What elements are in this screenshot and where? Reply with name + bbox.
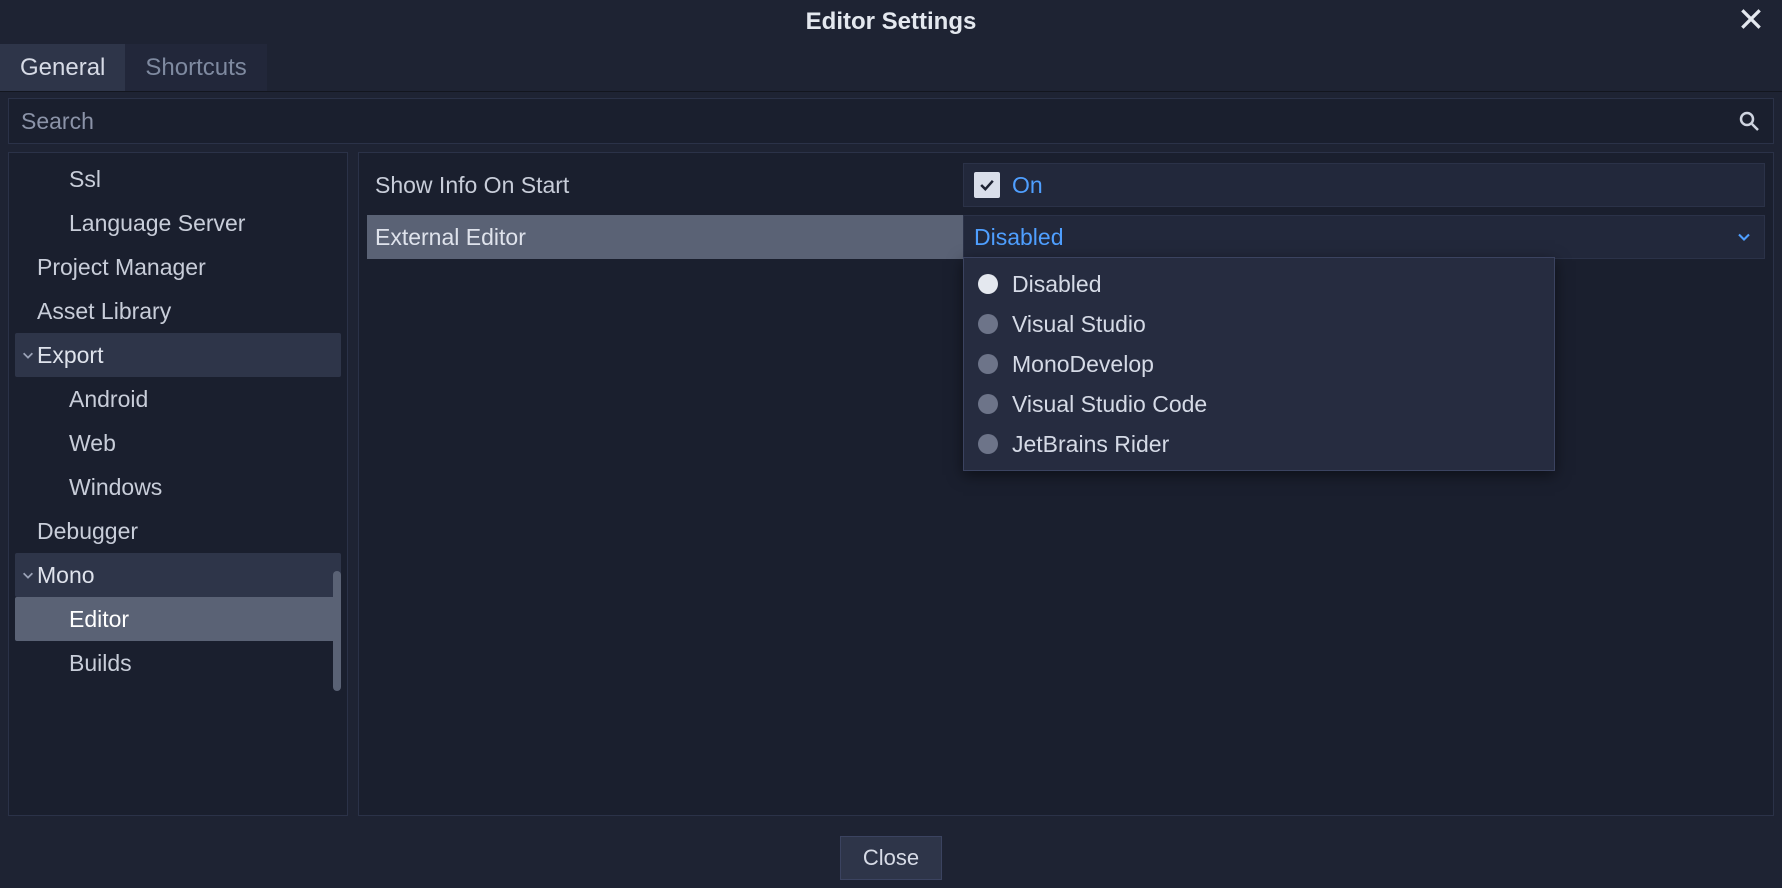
tree-item-debugger[interactable]: Debugger (15, 509, 341, 553)
setting-external-editor: External Editor Disabled (367, 211, 1765, 263)
checkbox-state-label: On (1012, 172, 1043, 199)
category-tree-panel: Ssl Language Server Project Manager Asse… (8, 152, 348, 816)
dropdown-option-monodevelop[interactable]: MonoDevelop (964, 344, 1554, 384)
tree-item-editor[interactable]: Editor (15, 597, 341, 641)
radio-icon (978, 434, 998, 454)
close-button[interactable]: Close (840, 836, 942, 880)
dropdown-option-label: MonoDevelop (1012, 351, 1154, 378)
radio-icon (978, 274, 998, 294)
titlebar: Editor Settings (0, 0, 1782, 44)
settings-list: Show Info On Start On External Editor Di… (359, 153, 1773, 269)
tree-item-label: Mono (37, 562, 95, 589)
tree-item-web[interactable]: Web (15, 421, 341, 465)
tree-item-ssl[interactable]: Ssl (15, 157, 341, 201)
body: Ssl Language Server Project Manager Asse… (0, 152, 1782, 828)
tree-item-language-server[interactable]: Language Server (15, 201, 341, 245)
dropdown-option-disabled[interactable]: Disabled (964, 264, 1554, 304)
dropdown-option-visual-studio[interactable]: Visual Studio (964, 304, 1554, 344)
tree-item-label: Ssl (69, 166, 101, 193)
tree-item-android[interactable]: Android (15, 377, 341, 421)
dropdown-option-label: Visual Studio Code (1012, 391, 1207, 418)
tree-item-windows[interactable]: Windows (15, 465, 341, 509)
dropdown-option-visual-studio-code[interactable]: Visual Studio Code (964, 384, 1554, 424)
tree-item-label: Editor (69, 606, 129, 633)
dropdown-option-label: Disabled (1012, 271, 1102, 298)
window-title: Editor Settings (806, 8, 977, 36)
tree-item-label: Windows (69, 474, 162, 501)
tab-general[interactable]: General (0, 44, 125, 91)
external-editor-dropdown-popup: Disabled Visual Studio MonoDevelop Visua… (963, 257, 1555, 471)
footer: Close (0, 828, 1782, 888)
dropdown-selected-value: Disabled (974, 224, 1734, 251)
setting-show-info-on-start: Show Info On Start On (367, 159, 1765, 211)
chevron-down-icon (19, 568, 37, 582)
tabs: General Shortcuts (0, 44, 1782, 92)
tab-shortcuts[interactable]: Shortcuts (125, 44, 266, 91)
editor-settings-window: Editor Settings General Shortcuts Ssl La… (0, 0, 1782, 888)
radio-icon (978, 394, 998, 414)
tree-item-label: Export (37, 342, 103, 369)
setting-label: Show Info On Start (367, 163, 963, 207)
tree-scrollbar[interactable] (333, 571, 341, 691)
setting-external-editor-dropdown[interactable]: Disabled (963, 215, 1765, 259)
setting-show-info-on-start-checkbox[interactable]: On (963, 163, 1765, 207)
tree-item-label: Project Manager (37, 254, 206, 281)
close-icon[interactable] (1738, 6, 1768, 36)
tree-item-label: Android (69, 386, 148, 413)
tree-item-builds[interactable]: Builds (15, 641, 341, 685)
chevron-down-icon (1734, 227, 1754, 247)
chevron-down-icon (19, 348, 37, 362)
tree-item-label: Builds (69, 650, 132, 677)
tree-item-label: Language Server (69, 210, 245, 237)
search-input[interactable] (21, 108, 1737, 135)
tree-item-mono[interactable]: Mono (15, 553, 341, 597)
dropdown-option-label: JetBrains Rider (1012, 431, 1169, 458)
dropdown-option-jetbrains-rider[interactable]: JetBrains Rider (964, 424, 1554, 464)
settings-panel: Show Info On Start On External Editor Di… (358, 152, 1774, 816)
tree-item-asset-library[interactable]: Asset Library (15, 289, 341, 333)
check-icon (974, 172, 1000, 198)
search-row (8, 98, 1774, 144)
tree-item-export[interactable]: Export (15, 333, 341, 377)
tree-item-project-manager[interactable]: Project Manager (15, 245, 341, 289)
setting-label: External Editor (367, 215, 963, 259)
tree-item-label: Web (69, 430, 116, 457)
radio-icon (978, 314, 998, 334)
dropdown-option-label: Visual Studio (1012, 311, 1146, 338)
category-tree: Ssl Language Server Project Manager Asse… (9, 153, 347, 689)
tree-item-label: Asset Library (37, 298, 171, 325)
radio-icon (978, 354, 998, 374)
search-icon[interactable] (1737, 109, 1761, 133)
tree-item-label: Debugger (37, 518, 138, 545)
